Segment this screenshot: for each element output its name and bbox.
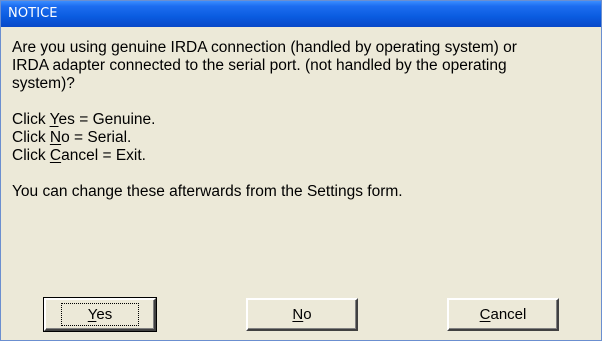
notice-dialog: NOTICE Are you using genuine IRDA connec… bbox=[0, 0, 602, 341]
dialog-title: NOTICE bbox=[8, 6, 58, 21]
no-button[interactable]: No bbox=[246, 298, 358, 331]
message-text: Are you using genuine IRDA connection (h… bbox=[12, 39, 592, 201]
instruction-no: Click No = Serial. bbox=[12, 129, 132, 146]
accelerator-n: N bbox=[49, 129, 62, 146]
settings-note: You can change these afterwards from the… bbox=[12, 183, 403, 200]
instruction-cancel: Click Cancel = Exit. bbox=[12, 147, 146, 164]
question-paragraph: Are you using genuine IRDA connection (h… bbox=[12, 39, 517, 92]
cancel-button[interactable]: Cancel bbox=[447, 298, 559, 331]
no-button-label: No bbox=[292, 306, 312, 323]
accelerator-y: Y bbox=[49, 111, 59, 128]
title-bar[interactable]: NOTICE bbox=[1, 1, 601, 27]
dialog-body: Are you using genuine IRDA connection (h… bbox=[1, 27, 601, 340]
accelerator-c: C bbox=[49, 147, 62, 164]
instruction-yes: Click Yes = Genuine. bbox=[12, 111, 156, 128]
cancel-button-label: Cancel bbox=[479, 306, 527, 323]
yes-button-label: Yes bbox=[60, 303, 140, 326]
yes-button[interactable]: Yes bbox=[43, 297, 157, 332]
